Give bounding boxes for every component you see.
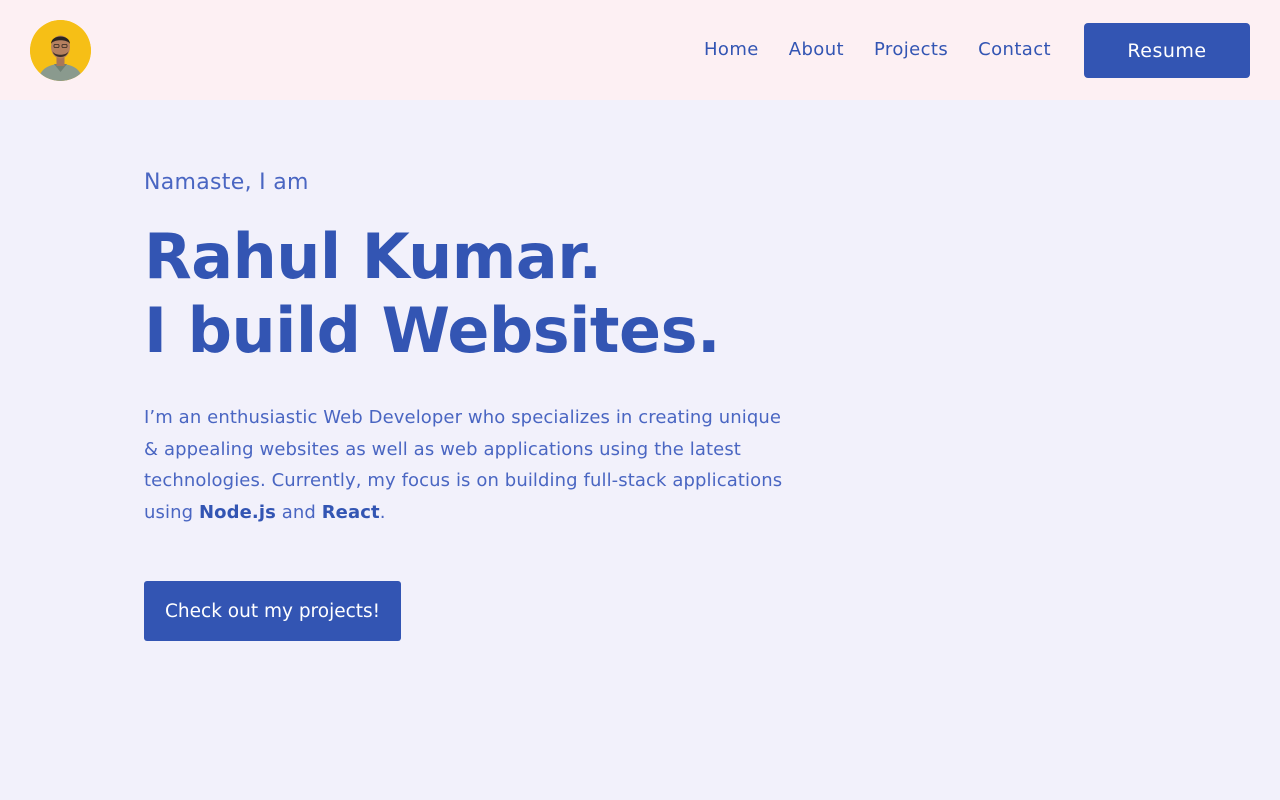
avatar-logo[interactable]	[30, 20, 91, 81]
hero-greeting: Namaste, I am	[144, 170, 309, 195]
nav-link-contact[interactable]: Contact	[978, 37, 1051, 63]
nav-link-about[interactable]: About	[789, 37, 844, 63]
hero-headline: Rahul Kumar. I build Websites.	[144, 220, 794, 368]
projects-cta-button[interactable]: Check out my projects!	[144, 581, 402, 641]
bio-tech-nodejs: Node.js	[198, 501, 276, 523]
avatar-photo-icon	[30, 20, 91, 81]
hero-bio: I’m an enthusiastic Web Developer who sp…	[144, 402, 784, 528]
bio-tech-react: React	[321, 501, 380, 523]
main-nav: Home About Projects Contact	[704, 37, 1051, 63]
bio-text-2: and	[275, 501, 322, 523]
nav-link-home[interactable]: Home	[704, 37, 759, 63]
hero-section: Namaste, I am Rahul Kumar. I build Websi…	[144, 168, 794, 641]
resume-button[interactable]: Resume	[1084, 23, 1250, 78]
nav-link-projects[interactable]: Projects	[874, 37, 948, 63]
site-header: Home About Projects Contact Resume	[0, 0, 1280, 100]
hero-tagline: I build Websites.	[144, 294, 721, 367]
bio-text-3: .	[379, 501, 386, 523]
hero-name: Rahul Kumar.	[144, 220, 602, 293]
